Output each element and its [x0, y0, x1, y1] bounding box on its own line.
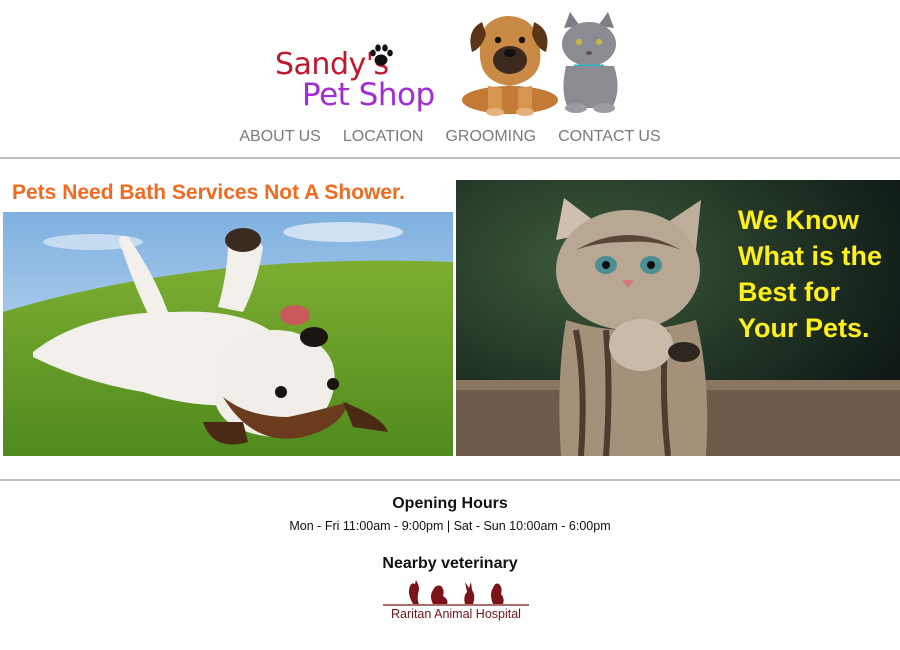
paw-icon: [370, 44, 393, 66]
dog-rolling-on-grass-photo: [3, 212, 453, 456]
animal-silhouettes-icon: [383, 580, 529, 606]
site-logo[interactable]: Sandy's Pet Shop: [272, 40, 442, 120]
main-nav: ABOUT US LOCATION GROOMING CONTACT US: [0, 128, 900, 146]
raritan-animal-hospital-logo[interactable]: Raritan Animal Hospital: [383, 578, 529, 626]
nav-grooming[interactable]: GROOMING: [444, 128, 537, 146]
puppy-and-kitten-photo: [462, 12, 618, 116]
logo-line2: Pet Shop: [302, 77, 435, 113]
bath-services-headline: Pets Need Bath Services Not A Shower.: [12, 181, 405, 204]
opening-hours-text: Mon - Fri 11:00am - 9:00pm | Sat - Sun 1…: [289, 519, 611, 533]
nav-location[interactable]: LOCATION: [342, 128, 425, 146]
best-for-pets-caption: We Know What is the Best for Your Pets.: [738, 205, 883, 343]
nearby-vet-title: Nearby veterinary: [382, 555, 518, 572]
header-divider: [0, 157, 900, 159]
content-divider: [0, 479, 900, 481]
nav-contact-us[interactable]: CONTACT US: [557, 128, 662, 146]
praying-kitten-photo: We Know What is the Best for Your Pets.: [456, 180, 900, 456]
vet-name: Raritan Animal Hospital: [391, 607, 521, 621]
opening-hours-title: Opening Hours: [392, 495, 508, 512]
nav-about-us[interactable]: ABOUT US: [238, 128, 322, 146]
